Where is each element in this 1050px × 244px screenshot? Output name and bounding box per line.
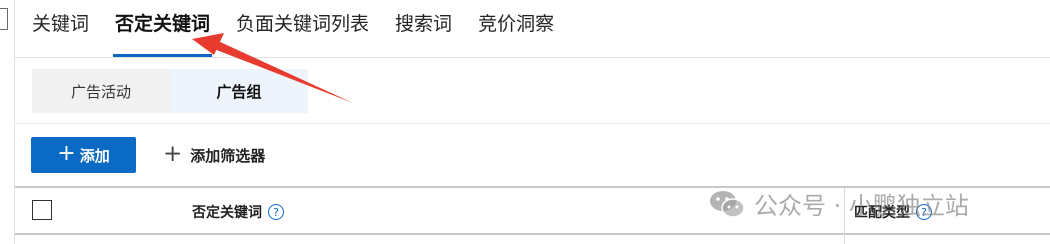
annotation-arrow [192, 33, 353, 103]
arrow-shaft [214, 41, 353, 103]
